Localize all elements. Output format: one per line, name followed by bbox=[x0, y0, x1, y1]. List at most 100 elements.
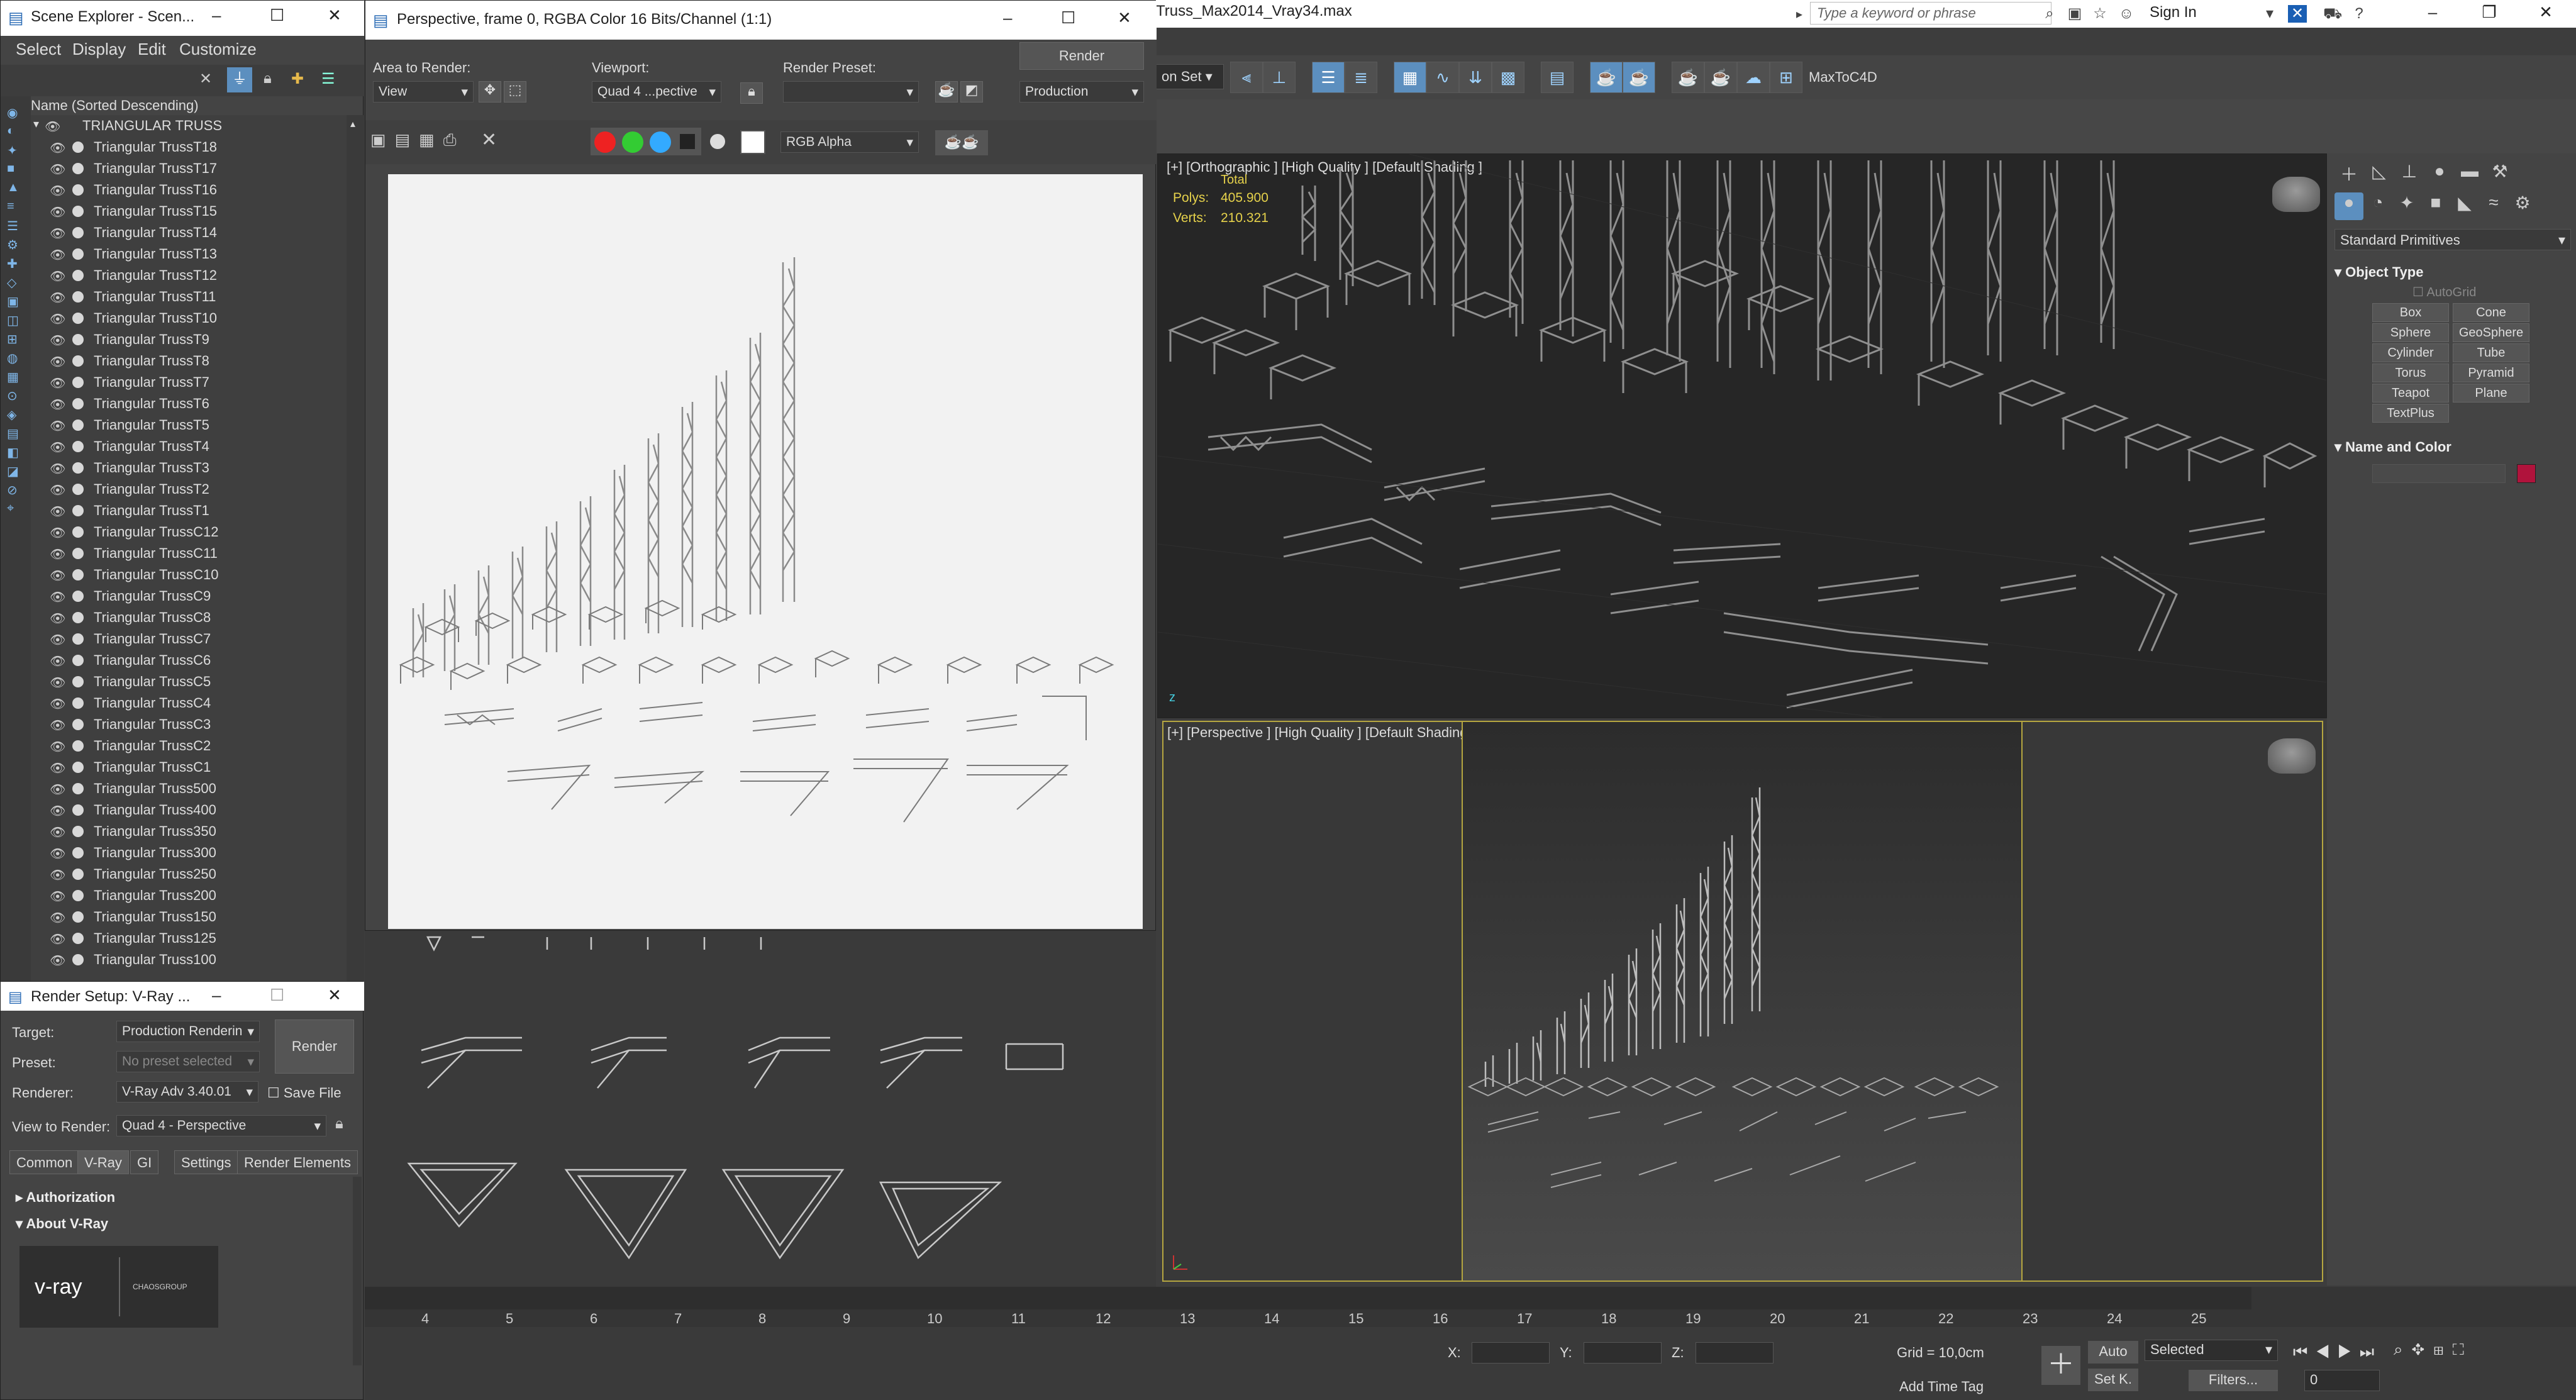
key-filter-dropdown[interactable]: Selected ▾ bbox=[2145, 1340, 2278, 1361]
bulb-icon[interactable] bbox=[72, 184, 84, 196]
eye-icon[interactable]: 👁︎ bbox=[50, 910, 65, 926]
list-item[interactable]: 👁︎ Triangular Truss400 bbox=[31, 799, 347, 821]
list-item[interactable]: 👁︎ Triangular TrussT15 bbox=[31, 201, 347, 222]
maxtoc4d-label[interactable]: MaxToC4D bbox=[1809, 69, 1877, 86]
list-item[interactable]: 👁︎ Triangular TrussT3 bbox=[31, 457, 347, 479]
list-item[interactable]: 👁︎ Triangular TrussT14 bbox=[31, 222, 347, 243]
list-item[interactable]: 👁︎ Triangular TrussT17 bbox=[31, 158, 347, 179]
render-setup-icon[interactable]: ☕ bbox=[935, 81, 958, 103]
list-item[interactable]: 👁︎ Triangular Truss150 bbox=[31, 906, 347, 928]
bulb-icon[interactable] bbox=[72, 248, 84, 260]
list-item[interactable]: 👁︎ Triangular Truss125 bbox=[31, 928, 347, 949]
filter-toggle-icon[interactable]: ✚ bbox=[7, 256, 18, 272]
minimize-button[interactable]: – bbox=[212, 6, 221, 25]
cylinder-button[interactable]: Cylinder bbox=[2372, 343, 2449, 362]
motion-tab-icon[interactable]: ● bbox=[2425, 161, 2454, 189]
eye-icon[interactable]: 👁︎ bbox=[50, 354, 65, 370]
viewcube-icon[interactable] bbox=[2268, 738, 2316, 774]
display-tab-icon[interactable]: ▬ bbox=[2455, 161, 2484, 189]
list-item[interactable]: 👁︎ Triangular TrussC6 bbox=[31, 650, 347, 671]
list-item[interactable]: 👁︎ Triangular TrussC8 bbox=[31, 607, 347, 628]
list-item[interactable]: 👁︎ Triangular TrussT7 bbox=[31, 372, 347, 393]
eye-icon[interactable]: 👁︎ bbox=[50, 418, 65, 434]
filter-toggle-icon[interactable]: ⊙ bbox=[7, 388, 18, 404]
menu-edit[interactable]: Edit bbox=[138, 40, 166, 59]
list-item[interactable]: 👁︎ Triangular TrussT11 bbox=[31, 286, 347, 308]
save-file-checkbox[interactable]: ☐ Save File bbox=[267, 1085, 341, 1101]
eye-icon[interactable]: 👁︎ bbox=[50, 290, 65, 306]
eye-icon[interactable]: 👁︎ bbox=[50, 375, 65, 391]
cart-icon[interactable]: ⛟ bbox=[2323, 5, 2342, 23]
bulb-icon[interactable] bbox=[72, 783, 84, 794]
list-item[interactable]: 👁︎ Triangular TrussC7 bbox=[31, 628, 347, 650]
binoculars-icon[interactable]: ⌕ bbox=[2040, 5, 2059, 23]
list-item[interactable]: 👁︎ Triangular TrussC2 bbox=[31, 735, 347, 757]
schematic-view-icon[interactable]: ⇊ bbox=[1459, 62, 1492, 93]
eye-icon[interactable]: 👁︎ bbox=[50, 653, 65, 669]
bulb-icon[interactable] bbox=[72, 869, 84, 880]
star-icon[interactable]: ☆ bbox=[2090, 5, 2109, 23]
list-item[interactable]: 👁︎ Triangular TrussC9 bbox=[31, 586, 347, 607]
filter-toggle-icon[interactable]: ◈ bbox=[7, 407, 16, 423]
eye-icon[interactable]: 👁︎ bbox=[50, 760, 65, 776]
material-editor-icon[interactable]: ▩ bbox=[1492, 62, 1524, 93]
render-production-icon[interactable]: ☕ bbox=[1623, 62, 1655, 93]
eye-icon[interactable]: 👁︎ bbox=[50, 931, 65, 947]
utilities-tab-icon[interactable]: ⚒ bbox=[2485, 161, 2514, 189]
scene-explorer-icon[interactable]: ▦ bbox=[1394, 62, 1426, 93]
blue-channel-toggle[interactable] bbox=[650, 131, 671, 153]
bulb-icon[interactable] bbox=[72, 933, 84, 944]
sphere-button[interactable]: Sphere bbox=[2372, 323, 2449, 342]
tab-render-elements[interactable]: Render Elements bbox=[237, 1150, 358, 1174]
list-item[interactable]: 👁︎ Triangular TrussT8 bbox=[31, 350, 347, 372]
lock-icon[interactable]: 🔒︎ bbox=[335, 1115, 343, 1133]
list-item[interactable]: 👁︎ Triangular TrussT2 bbox=[31, 479, 347, 500]
bulb-icon[interactable] bbox=[72, 163, 84, 174]
list-item[interactable]: 👁︎ Triangular TrussC1 bbox=[31, 757, 347, 778]
scene-object-list[interactable]: ▾ 👁︎ TRIANGULAR TRUSS 👁︎ Triangular Truss… bbox=[31, 115, 347, 982]
playback-controls[interactable]: ⏮◀▶⏭ bbox=[2293, 1342, 2382, 1362]
filter-toggle-icon[interactable]: ■ bbox=[7, 162, 14, 176]
bulb-icon[interactable] bbox=[72, 954, 84, 965]
render-button[interactable]: Render bbox=[275, 1019, 354, 1074]
close-button[interactable]: ✕ bbox=[328, 6, 341, 25]
bulb-icon[interactable] bbox=[72, 441, 84, 452]
viewport-perspective[interactable]: [+] [Perspective ] [High Quality ] [Defa… bbox=[1162, 721, 2323, 1282]
render-activeshade-icon[interactable]: ☕ bbox=[1704, 62, 1737, 93]
eye-icon[interactable]: 👁︎ bbox=[50, 140, 65, 156]
eye-icon[interactable]: 👁︎ bbox=[50, 525, 65, 541]
set-key-button[interactable]: Set K. bbox=[2088, 1369, 2138, 1391]
bulb-icon[interactable] bbox=[72, 227, 84, 238]
list-item[interactable]: 👁︎ Triangular TrussC4 bbox=[31, 692, 347, 714]
list-item[interactable]: 👁︎ Triangular TrussC11 bbox=[31, 543, 347, 564]
bulb-icon[interactable] bbox=[72, 569, 84, 581]
eye-icon[interactable]: 👁︎ bbox=[50, 226, 65, 242]
renderer-dropdown[interactable]: V-Ray Adv 3.40.01 ▾ bbox=[116, 1081, 258, 1103]
viewport-label[interactable]: [+] [Perspective ] [High Quality ] [Defa… bbox=[1167, 725, 1475, 741]
minimize-button[interactable]: – bbox=[212, 986, 221, 1005]
maximize-button[interactable]: ☐ bbox=[270, 6, 284, 25]
box-button[interactable]: Box bbox=[2372, 303, 2449, 322]
column-header[interactable]: Name (Sorted Descending) bbox=[31, 96, 364, 115]
list-item[interactable]: 👁︎ Triangular TrussT13 bbox=[31, 243, 347, 265]
shapes-icon[interactable]: ◔ bbox=[2363, 192, 2392, 220]
bulb-icon[interactable] bbox=[72, 697, 84, 709]
search-arrow-icon[interactable]: ▸ bbox=[1796, 6, 1802, 22]
bulb-icon[interactable] bbox=[72, 826, 84, 837]
environment-icon[interactable]: ⊞ bbox=[1770, 62, 1802, 93]
filter-toggle-icon[interactable]: ◍ bbox=[7, 350, 18, 366]
bulb-icon[interactable] bbox=[72, 740, 84, 752]
bulb-icon[interactable] bbox=[72, 847, 84, 858]
bulb-icon[interactable] bbox=[72, 142, 84, 153]
eye-icon[interactable]: 👁︎ bbox=[50, 311, 65, 327]
bulb-icon[interactable] bbox=[72, 270, 84, 281]
bulb-icon[interactable] bbox=[72, 206, 84, 217]
eye-icon[interactable]: 👁︎ bbox=[45, 119, 60, 135]
layer-explorer-icon[interactable]: ☰ bbox=[1312, 62, 1345, 93]
render-cloud-icon[interactable]: ☁ bbox=[1737, 62, 1770, 93]
filter-toggle-icon[interactable]: ◇ bbox=[7, 275, 16, 291]
list-item[interactable]: 👁︎ Triangular Truss350 bbox=[31, 821, 347, 842]
minimize-button[interactable]: – bbox=[1003, 8, 1012, 28]
filter-toggle-icon[interactable]: ≡ bbox=[7, 199, 14, 214]
ribbon-icon[interactable]: ≣ bbox=[1345, 62, 1377, 93]
